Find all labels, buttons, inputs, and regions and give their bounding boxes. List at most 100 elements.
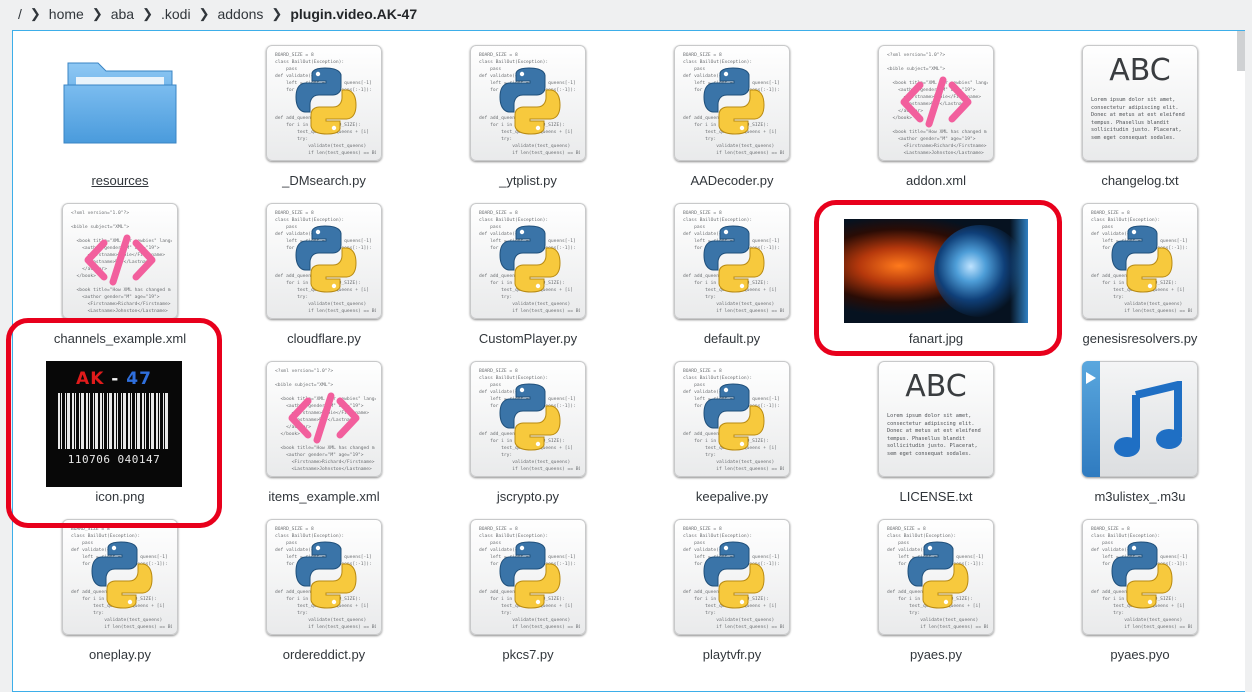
code-page: BOARD_SIZE = 8 class BailOut(Exception):…: [470, 45, 586, 161]
python-file-thumbnail: BOARD_SIZE = 8 class BailOut(Exception):…: [674, 45, 790, 161]
breadcrumb-root[interactable]: /: [0, 6, 28, 22]
file-item[interactable]: BOARD_SIZE = 8 class BailOut(Exception):…: [1045, 189, 1235, 346]
png-file-thumbnail: AK - 47 110706 040147: [46, 361, 182, 487]
file-item[interactable]: BOARD_SIZE = 8 class BailOut(Exception):…: [433, 189, 623, 346]
code-page: BOARD_SIZE = 8 class BailOut(Exception):…: [470, 519, 586, 635]
barcode-image: AK - 47 110706 040147: [46, 361, 182, 487]
file-item[interactable]: BOARD_SIZE = 8 class BailOut(Exception):…: [637, 347, 827, 504]
xml-tag-icon: [900, 76, 972, 128]
chevron-right-icon: ❯: [142, 6, 153, 21]
file-item[interactable]: BOARD_SIZE = 8 class BailOut(Exception):…: [229, 505, 419, 662]
file-item[interactable]: BOARD_SIZE = 8 class BailOut(Exception):…: [1045, 505, 1235, 662]
file-name-label: cloudflare.py: [287, 331, 361, 346]
text-preview-heading: ABC: [905, 369, 967, 404]
folder-icon: [63, 62, 177, 144]
code-page: BOARD_SIZE = 8 class BailOut(Exception):…: [266, 45, 382, 161]
python-file-thumbnail: BOARD_SIZE = 8 class BailOut(Exception):…: [62, 519, 178, 635]
python-logo-icon: [499, 383, 561, 451]
file-item[interactable]: BOARD_SIZE = 8 class BailOut(Exception):…: [637, 31, 827, 188]
code-page: BOARD_SIZE = 8 class BailOut(Exception):…: [470, 361, 586, 477]
python-file-thumbnail: BOARD_SIZE = 8 class BailOut(Exception):…: [878, 519, 994, 635]
code-page: <?xml version="1.0"?> <bible subject="XM…: [62, 203, 178, 319]
code-page: BOARD_SIZE = 8 class BailOut(Exception):…: [470, 203, 586, 319]
play-icon: [1086, 372, 1096, 384]
barcode-digits: 110706 040147: [67, 453, 161, 466]
breadcrumb-aba[interactable]: aba: [105, 6, 140, 22]
breadcrumb-home[interactable]: home: [43, 6, 90, 22]
file-name-label: default.py: [703, 331, 761, 346]
xml-tag-icon: [84, 234, 156, 286]
file-name-label: playtvfr.py: [702, 647, 762, 662]
audio-file-thumbnail: [1082, 361, 1198, 477]
code-page: BOARD_SIZE = 8 class BailOut(Exception):…: [266, 203, 382, 319]
file-item[interactable]: BOARD_SIZE = 8 class BailOut(Exception):…: [433, 31, 623, 188]
breadcrumb-addons[interactable]: addons: [211, 6, 269, 22]
file-name-label: pyaes.pyo: [1110, 647, 1170, 662]
file-name-label: changelog.txt: [1101, 173, 1179, 188]
python-file-thumbnail: BOARD_SIZE = 8 class BailOut(Exception):…: [1082, 203, 1198, 319]
code-page: <?xml version="1.0"?> <bible subject="XM…: [266, 361, 382, 477]
python-file-thumbnail: BOARD_SIZE = 8 class BailOut(Exception):…: [674, 203, 790, 319]
file-name-label: channels_example.xml: [53, 331, 187, 346]
text-preview-body: Lorem ipsum dolor sit amet, consectetur …: [887, 413, 981, 457]
xml-tag-icon: [288, 392, 360, 444]
file-name-label: resources: [91, 173, 149, 188]
chevron-right-icon: ❯: [91, 6, 103, 21]
file-item[interactable]: BOARD_SIZE = 8 class BailOut(Exception):…: [841, 505, 1031, 662]
file-item[interactable]: BOARD_SIZE = 8 class BailOut(Exception):…: [433, 505, 623, 662]
file-name-label: ordereddict.py: [282, 647, 366, 662]
python-logo-icon: [295, 67, 357, 135]
python-file-thumbnail: BOARD_SIZE = 8 class BailOut(Exception):…: [266, 45, 382, 161]
breadcrumb-current[interactable]: plugin.video.AK-47: [284, 6, 423, 22]
file-item[interactable]: fanart.jpg: [841, 189, 1031, 346]
folder-file-thumbnail: [62, 45, 178, 161]
file-name-label: addon.xml: [906, 173, 966, 188]
file-item[interactable]: BOARD_SIZE = 8 class BailOut(Exception):…: [433, 347, 623, 504]
file-item[interactable]: <?xml version="1.0"?> <bible subject="XM…: [25, 189, 215, 346]
python-file-thumbnail: BOARD_SIZE = 8 class BailOut(Exception):…: [470, 361, 586, 477]
file-icon-view[interactable]: resources BOARD_SIZE = 8 class BailOut(Ex…: [12, 30, 1245, 692]
xml-file-thumbnail: <?xml version="1.0"?> <bible subject="XM…: [878, 45, 994, 161]
code-page: BOARD_SIZE = 8 class BailOut(Exception):…: [1082, 519, 1198, 635]
file-name-label: _DMsearch.py: [282, 173, 366, 188]
file-name-label: oneplay.py: [89, 647, 151, 662]
breadcrumb-kodi[interactable]: .kodi: [155, 6, 197, 22]
python-file-thumbnail: BOARD_SIZE = 8 class BailOut(Exception):…: [470, 45, 586, 161]
python-logo-icon: [295, 225, 357, 293]
python-logo-icon: [703, 225, 765, 293]
file-item[interactable]: BOARD_SIZE = 8 class BailOut(Exception):…: [229, 189, 419, 346]
file-name-label: _ytplist.py: [499, 173, 557, 188]
python-file-thumbnail: BOARD_SIZE = 8 class BailOut(Exception):…: [470, 203, 586, 319]
file-name-label: CustomPlayer.py: [478, 331, 578, 346]
python-logo-icon: [1111, 225, 1173, 293]
file-item[interactable]: resources: [25, 31, 215, 188]
text-preview-body: Lorem ipsum dolor sit amet, consectetur …: [1091, 97, 1185, 141]
file-item[interactable]: <?xml version="1.0"?> <bible subject="XM…: [841, 31, 1031, 188]
file-item[interactable]: ABC Lorem ipsum dolor sit amet, consectet…: [841, 347, 1031, 504]
ak47-logo: AK - 47: [76, 369, 152, 389]
barcode-icon: [58, 393, 170, 449]
file-name-label: genesisresolvers.py: [1082, 331, 1198, 346]
code-page: BOARD_SIZE = 8 class BailOut(Exception):…: [674, 45, 790, 161]
file-item[interactable]: ABC Lorem ipsum dolor sit amet, consectet…: [1045, 31, 1235, 188]
file-item[interactable]: AK - 47 110706 040147 icon.png: [25, 347, 215, 504]
chevron-right-icon: ❯: [271, 6, 283, 21]
chevron-right-icon: ❯: [29, 6, 41, 21]
file-item[interactable]: BOARD_SIZE = 8 class BailOut(Exception):…: [25, 505, 215, 662]
file-item[interactable]: BOARD_SIZE = 8 class BailOut(Exception):…: [229, 31, 419, 188]
code-page: BOARD_SIZE = 8 class BailOut(Exception):…: [1082, 203, 1198, 319]
code-page: BOARD_SIZE = 8 class BailOut(Exception):…: [62, 519, 178, 635]
file-name-label: keepalive.py: [695, 489, 769, 504]
python-logo-icon: [499, 225, 561, 293]
file-item[interactable]: m3ulistex_.m3u: [1045, 347, 1235, 504]
xml-file-thumbnail: <?xml version="1.0"?> <bible subject="XM…: [62, 203, 178, 319]
python-logo-icon: [499, 541, 561, 609]
code-page: <?xml version="1.0"?> <bible subject="XM…: [878, 45, 994, 161]
python-file-thumbnail: BOARD_SIZE = 8 class BailOut(Exception):…: [470, 519, 586, 635]
file-item[interactable]: <?xml version="1.0"?> <bible subject="XM…: [229, 347, 419, 504]
text-file-thumbnail: ABC Lorem ipsum dolor sit amet, consectet…: [1082, 45, 1198, 161]
xml-file-thumbnail: <?xml version="1.0"?> <bible subject="XM…: [266, 361, 382, 477]
file-item[interactable]: BOARD_SIZE = 8 class BailOut(Exception):…: [637, 505, 827, 662]
file-item[interactable]: BOARD_SIZE = 8 class BailOut(Exception):…: [637, 189, 827, 346]
python-file-thumbnail: BOARD_SIZE = 8 class BailOut(Exception):…: [1082, 519, 1198, 635]
